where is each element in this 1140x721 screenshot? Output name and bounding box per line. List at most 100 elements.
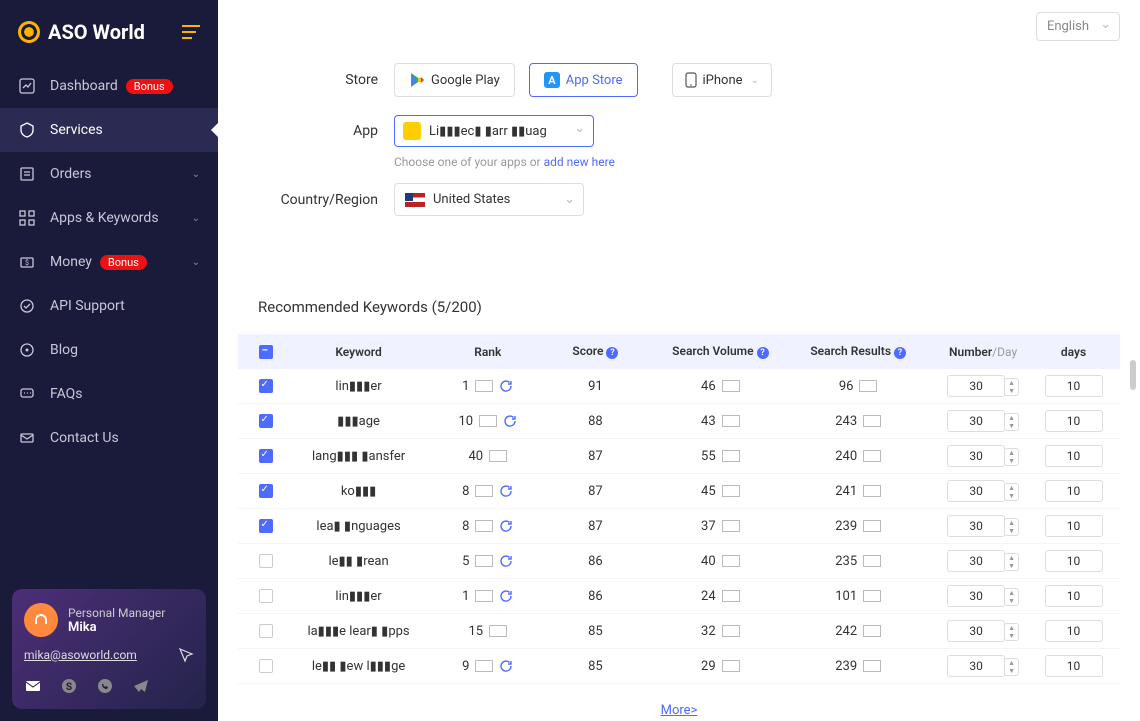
days-input[interactable]: 10 [1045, 620, 1103, 642]
number-input[interactable]: 30 [947, 655, 1005, 677]
more-link[interactable]: More> [661, 703, 698, 718]
hamburger-icon[interactable] [182, 25, 200, 39]
app-select[interactable]: Li▮▮▮ec▮ ▮arr ▮▮uag [394, 115, 594, 147]
store-app-store[interactable]: A App Store [529, 63, 638, 97]
number-spinner[interactable]: ▲▼ [1004, 553, 1019, 571]
nav-faqs[interactable]: FAQs [0, 372, 218, 416]
days-input[interactable]: 10 [1045, 375, 1103, 397]
help-icon[interactable]: ? [894, 347, 906, 359]
nav-services[interactable]: Services [0, 108, 218, 152]
row-checkbox[interactable] [259, 414, 273, 428]
number-spinner[interactable]: ▲▼ [1004, 448, 1019, 466]
chart-icon[interactable] [475, 520, 493, 532]
chart-icon[interactable] [722, 520, 740, 532]
number-input[interactable]: 30 [947, 445, 1005, 467]
chart-icon[interactable] [722, 590, 740, 602]
nav-apps-keywords[interactable]: Apps & Keywords ⌄ [0, 196, 218, 240]
row-checkbox[interactable] [259, 484, 273, 498]
days-input[interactable]: 10 [1045, 445, 1103, 467]
help-icon[interactable]: ? [606, 347, 618, 359]
mail-icon[interactable] [24, 677, 42, 695]
chart-icon[interactable] [722, 415, 740, 427]
services-icon [18, 121, 36, 139]
help-icon[interactable]: ? [757, 347, 769, 359]
skype-icon[interactable]: S [60, 677, 78, 695]
telegram-icon[interactable] [132, 677, 150, 695]
number-spinner[interactable]: ▲▼ [1004, 623, 1019, 641]
refresh-icon[interactable] [499, 659, 513, 673]
number-input[interactable]: 30 [947, 550, 1005, 572]
days-input[interactable]: 10 [1045, 480, 1103, 502]
nav-orders[interactable]: Orders ⌄ [0, 152, 218, 196]
row-checkbox[interactable] [259, 624, 273, 638]
number-input[interactable]: 30 [947, 620, 1005, 642]
chart-icon[interactable] [479, 415, 497, 427]
chart-icon[interactable] [722, 625, 740, 637]
chart-icon[interactable] [722, 485, 740, 497]
refresh-icon[interactable] [499, 379, 513, 393]
number-input[interactable]: 30 [947, 515, 1005, 537]
refresh-icon[interactable] [499, 484, 513, 498]
number-input[interactable]: 30 [947, 375, 1005, 397]
days-input[interactable]: 10 [1045, 585, 1103, 607]
store-google-play[interactable]: Google Play [394, 63, 515, 97]
whatsapp-icon[interactable] [96, 677, 114, 695]
chart-icon[interactable] [863, 485, 881, 497]
number-spinner[interactable]: ▲▼ [1004, 413, 1019, 431]
chart-icon[interactable] [489, 450, 507, 462]
chart-icon[interactable] [722, 660, 740, 672]
chart-icon[interactable] [863, 520, 881, 532]
nav-money[interactable]: $ Money Bonus ⌄ [0, 240, 218, 284]
chart-icon[interactable] [859, 380, 877, 392]
chart-icon[interactable] [489, 625, 507, 637]
days-input[interactable]: 10 [1045, 550, 1103, 572]
number-spinner[interactable]: ▲▼ [1004, 378, 1019, 396]
add-new-link[interactable]: add new here [544, 155, 615, 169]
nav-contact[interactable]: Contact Us [0, 416, 218, 460]
chart-icon[interactable] [475, 590, 493, 602]
row-checkbox[interactable] [259, 589, 273, 603]
chart-icon[interactable] [863, 415, 881, 427]
nav-blog[interactable]: Blog [0, 328, 218, 372]
days-input[interactable]: 10 [1045, 515, 1103, 537]
number-input[interactable]: 30 [947, 480, 1005, 502]
number-input[interactable]: 30 [947, 410, 1005, 432]
row-checkbox[interactable] [259, 519, 273, 533]
nav-dashboard[interactable]: Dashboard Bonus [0, 64, 218, 108]
refresh-icon[interactable] [499, 519, 513, 533]
row-checkbox[interactable] [259, 659, 273, 673]
chart-icon[interactable] [475, 380, 493, 392]
scrollbar-thumb[interactable] [1130, 360, 1136, 390]
refresh-icon[interactable] [499, 589, 513, 603]
row-checkbox[interactable] [259, 554, 273, 568]
device-select[interactable]: iPhone ⌄ [672, 63, 772, 97]
days-input[interactable]: 10 [1045, 655, 1103, 677]
chart-icon[interactable] [863, 555, 881, 567]
chart-icon[interactable] [863, 625, 881, 637]
chart-icon[interactable] [722, 380, 740, 392]
chart-icon[interactable] [475, 555, 493, 567]
nav-api-support[interactable]: API Support [0, 284, 218, 328]
number-spinner[interactable]: ▲▼ [1004, 518, 1019, 536]
chart-icon[interactable] [863, 450, 881, 462]
number-spinner[interactable]: ▲▼ [1004, 588, 1019, 606]
chart-icon[interactable] [722, 450, 740, 462]
country-select[interactable]: United States [394, 183, 584, 216]
days-input[interactable]: 10 [1045, 410, 1103, 432]
select-all-checkbox[interactable] [259, 345, 273, 359]
chart-icon[interactable] [475, 660, 493, 672]
svg-text:S: S [66, 682, 72, 693]
chart-icon[interactable] [475, 485, 493, 497]
number-spinner[interactable]: ▲▼ [1004, 483, 1019, 501]
refresh-icon[interactable] [499, 554, 513, 568]
refresh-icon[interactable] [503, 414, 517, 428]
language-select[interactable]: English [1036, 12, 1120, 41]
chart-icon[interactable] [722, 555, 740, 567]
number-spinner[interactable]: ▲▼ [1004, 658, 1019, 676]
pm-email[interactable]: mika@asoworld.com [24, 648, 137, 662]
number-input[interactable]: 30 [947, 585, 1005, 607]
row-checkbox[interactable] [259, 379, 273, 393]
row-checkbox[interactable] [259, 449, 273, 463]
chart-icon[interactable] [863, 660, 881, 672]
chart-icon[interactable] [863, 590, 881, 602]
